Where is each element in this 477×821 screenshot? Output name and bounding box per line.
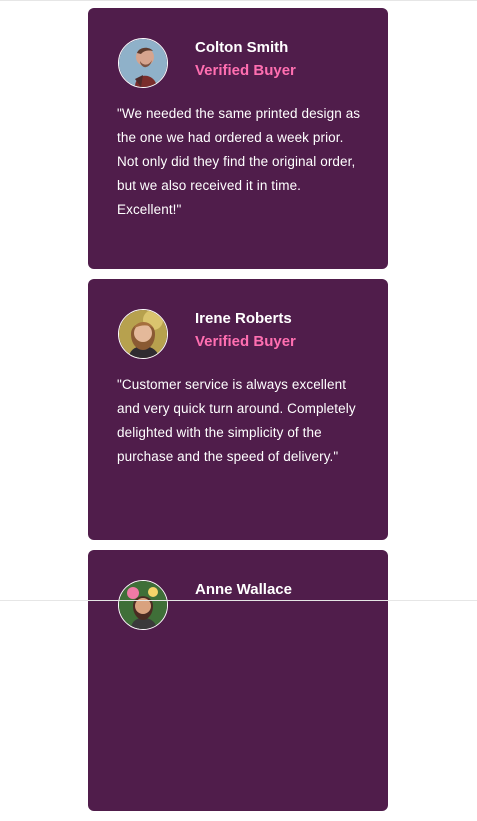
testimonial-card: Irene Roberts Verified Buyer "Customer s… xyxy=(88,279,388,540)
testimonial-card: Colton Smith Verified Buyer "We needed t… xyxy=(88,8,388,269)
top-divider xyxy=(0,0,477,1)
testimonial-card: Anne Wallace xyxy=(88,550,388,811)
reviewer-name: Anne Wallace xyxy=(195,581,292,598)
reviewer-name: Colton Smith xyxy=(195,39,289,56)
testimonial-quote: "Customer service is always excellent an… xyxy=(117,377,356,464)
verified-buyer-badge: Verified Buyer xyxy=(195,62,296,79)
avatar xyxy=(118,38,168,88)
testimonial-quote: "We needed the same printed design as th… xyxy=(117,106,361,217)
avatar xyxy=(118,309,168,359)
testimonial-list: Colton Smith Verified Buyer "We needed t… xyxy=(88,8,388,821)
avatar xyxy=(118,580,168,630)
verified-buyer-badge: Verified Buyer xyxy=(195,333,296,350)
reviewer-name: Irene Roberts xyxy=(195,310,292,327)
